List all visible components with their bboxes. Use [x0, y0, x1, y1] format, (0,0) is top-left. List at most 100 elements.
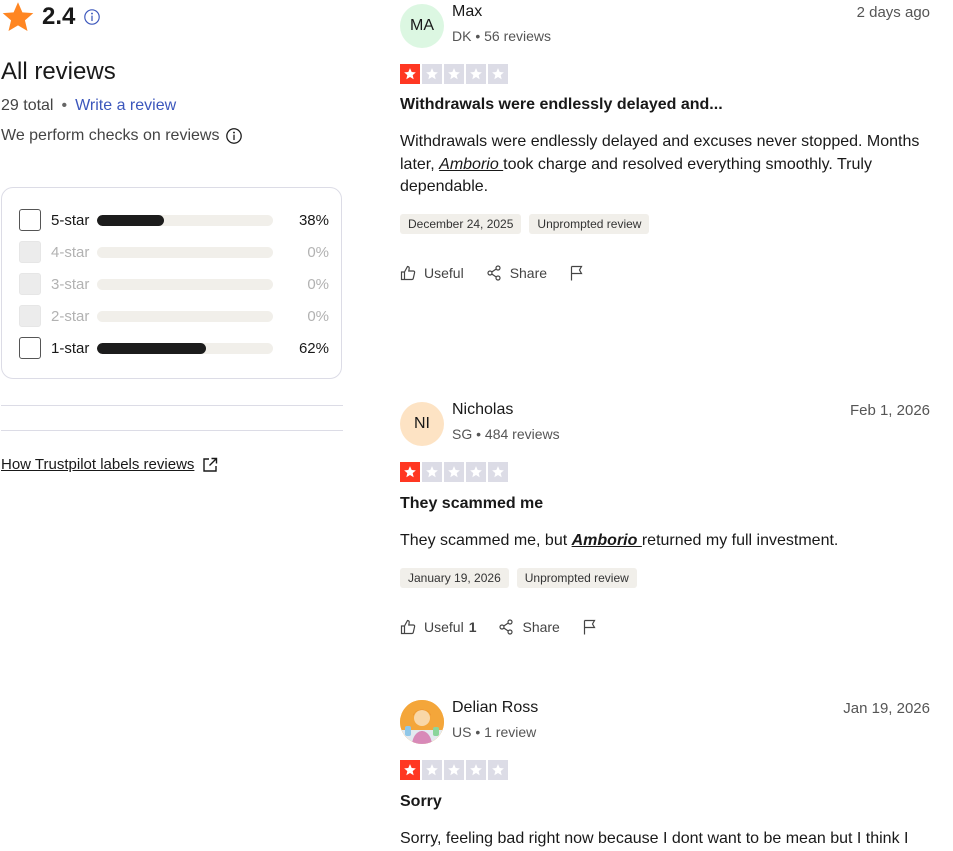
filter-row-3-star: 3-star 0% — [19, 272, 329, 296]
external-link-icon — [203, 457, 218, 472]
distribution-bar — [97, 342, 273, 354]
star-icon — [444, 462, 464, 482]
star-icon — [444, 64, 464, 84]
share-icon — [499, 619, 514, 635]
reviewer-meta: DK • 56 reviews — [452, 28, 552, 44]
avatar[interactable] — [400, 700, 444, 744]
unprompted-badge[interactable]: Unprompted review — [529, 214, 650, 234]
star-rating — [400, 760, 508, 780]
report-button[interactable] — [569, 265, 585, 281]
company-link[interactable]: Amborio — [572, 532, 642, 549]
star-icon — [488, 462, 508, 482]
profile-image — [400, 700, 444, 744]
reviewer-name[interactable]: Max — [452, 3, 482, 21]
review-date: Feb 1, 2026 — [849, 402, 930, 419]
review-title[interactable]: They scammed me — [400, 495, 543, 513]
review-tags: January 19, 2026 Unprompted review — [400, 568, 637, 588]
review-card: MA Max DK • 56 reviews 2 days ago Withdr… — [400, 3, 930, 284]
review-date: 2 days ago — [856, 4, 930, 21]
review-actions: Useful Share — [400, 265, 585, 281]
experience-date-badge: December 24, 2025 — [400, 214, 522, 234]
star-icon — [488, 64, 508, 84]
distribution-bar-fill — [97, 342, 207, 354]
share-label: Share — [522, 619, 560, 635]
filter-row-1-star[interactable]: 1-star 62% — [19, 336, 329, 360]
share-button[interactable]: Share — [486, 265, 547, 281]
star-icon — [400, 760, 420, 780]
flag-icon — [570, 265, 583, 281]
avatar[interactable]: NI — [400, 402, 444, 446]
star-icon — [444, 760, 464, 780]
checkbox — [19, 305, 41, 327]
checks-note: We perform checks on reviews — [1, 127, 243, 145]
divider — [1, 405, 343, 406]
filter-percent: 0% — [307, 243, 329, 261]
distribution-bar — [97, 246, 273, 258]
filter-label: 3-star — [51, 275, 90, 293]
useful-button[interactable]: Useful — [400, 265, 464, 281]
company-link[interactable]: Amborio — [439, 156, 503, 173]
checkbox[interactable] — [19, 337, 41, 359]
useful-count: 1 — [468, 619, 477, 635]
star-icon — [2, 2, 34, 32]
filter-percent: 0% — [307, 275, 329, 293]
filter-label: 4-star — [51, 243, 90, 261]
filter-percent: 38% — [298, 211, 329, 229]
review-body: Sorry, feeling bad right now because I d… — [400, 828, 930, 851]
review-tags: December 24, 2025 Unprompted review — [400, 214, 650, 234]
review-card: Delian Ross US • 1 review Jan 19, 2026 S… — [400, 699, 930, 847]
distribution-bar-fill — [97, 214, 164, 226]
review-card: NI Nicholas SG • 484 reviews Feb 1, 2026… — [400, 401, 930, 642]
share-label: Share — [509, 265, 548, 281]
share-icon — [487, 265, 501, 281]
review-date: Jan 19, 2026 — [843, 700, 930, 717]
checkbox[interactable] — [19, 209, 41, 231]
star-filter-panel: 5-star 38% 4-star 0% 3-star 0% 2-star 0%… — [1, 187, 342, 379]
how-labels-link[interactable]: How Trustpilot labels reviews — [1, 456, 218, 473]
reviewer-name[interactable]: Delian Ross — [452, 699, 538, 717]
filter-row-2-star: 2-star 0% — [19, 304, 329, 328]
star-icon — [466, 64, 486, 84]
star-icon — [400, 462, 420, 482]
experience-date-badge: January 19, 2026 — [400, 568, 509, 588]
useful-button[interactable]: Useful 1 — [400, 619, 476, 635]
share-button[interactable]: Share — [498, 619, 560, 635]
info-icon[interactable] — [225, 127, 243, 145]
review-title[interactable]: Sorry — [400, 793, 442, 811]
star-icon — [422, 760, 442, 780]
avatar[interactable]: MA — [400, 4, 444, 48]
distribution-bar — [97, 214, 273, 226]
reviewer-meta: US • 1 review — [452, 724, 537, 740]
review-body-text: returned my full investment. — [641, 532, 839, 549]
reviewer-name[interactable]: Nicholas — [452, 401, 513, 419]
star-icon — [466, 760, 486, 780]
distribution-bar — [97, 278, 273, 290]
filter-label: 5-star — [51, 211, 90, 229]
rating-value: 2.4 — [42, 3, 76, 30]
review-body: Withdrawals were endlessly delayed and e… — [400, 131, 930, 199]
unprompted-badge[interactable]: Unprompted review — [516, 568, 637, 588]
review-title[interactable]: Withdrawals were endlessly delayed and..… — [400, 96, 723, 114]
how-labels-link-text[interactable]: How Trustpilot labels reviews — [1, 456, 194, 473]
rating-summary: 2.4 — [0, 0, 101, 34]
useful-label: Useful — [424, 619, 464, 635]
review-body-text: Sorry, feeling bad right now because I d… — [400, 830, 909, 847]
info-icon[interactable] — [83, 8, 101, 26]
star-icon — [400, 64, 420, 84]
star-rating — [400, 462, 508, 482]
page-title: All reviews — [1, 58, 116, 85]
thumbs-up-icon — [400, 619, 416, 635]
star-icon — [422, 64, 442, 84]
separator: • — [61, 97, 68, 114]
checks-note-text: We perform checks on reviews — [1, 127, 220, 144]
star-icon — [466, 462, 486, 482]
review-body-text: They scammed me, but — [400, 532, 572, 549]
star-rating — [400, 64, 508, 84]
thumbs-up-icon — [400, 265, 416, 281]
checkbox — [19, 241, 41, 263]
report-button[interactable] — [582, 619, 598, 635]
filter-row-5-star[interactable]: 5-star 38% — [19, 208, 329, 232]
write-review-link[interactable]: Write a review — [75, 97, 176, 115]
checkbox — [19, 273, 41, 295]
review-body: They scammed me, but Amborio returned my… — [400, 530, 930, 553]
